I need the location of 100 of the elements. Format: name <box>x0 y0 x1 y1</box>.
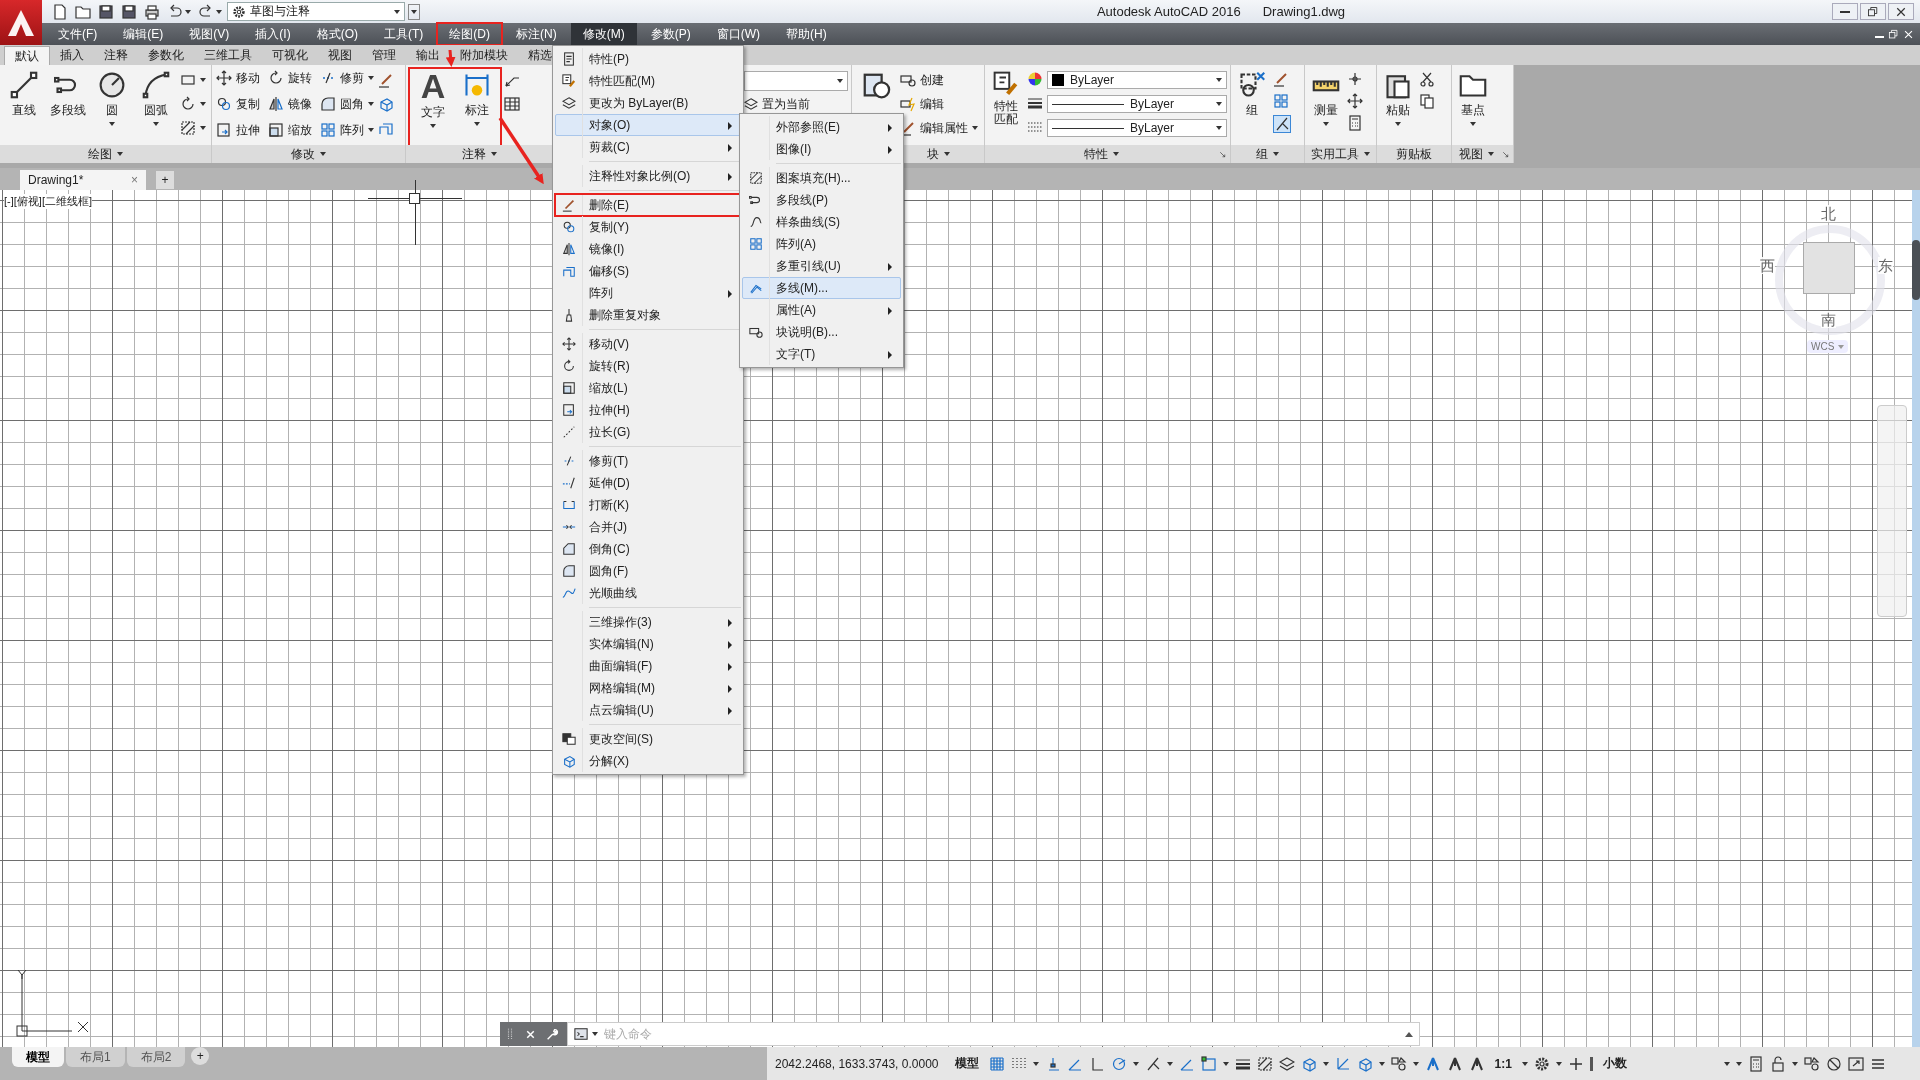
menu-item[interactable]: 缩放(L) <box>555 377 741 399</box>
menu-bar-item[interactable]: 参数(P) <box>638 23 703 45</box>
annotation-scale-button[interactable]: 1:1 <box>1490 1056 1516 1071</box>
menu-item[interactable]: 点云编辑(U) <box>555 699 741 721</box>
ucs-menu[interactable]: WCS <box>1807 340 1849 353</box>
compass-label[interactable]: 西 <box>1760 257 1775 274</box>
minimize-button[interactable] <box>1832 3 1858 20</box>
menu-item[interactable]: 更改空间(S) <box>555 728 741 750</box>
ribbon-button[interactable]: 阵列 <box>320 121 374 139</box>
menu-item[interactable]: 剪裁(C) <box>555 136 741 158</box>
menu-item[interactable]: 倒角(C) <box>555 538 741 560</box>
history-toggle-icon[interactable] <box>1405 1031 1413 1037</box>
menu-bar-item[interactable]: 编辑(E) <box>111 23 176 45</box>
menu-item[interactable]: 圆角(F) <box>555 560 741 582</box>
panel-title[interactable]: 绘图 <box>0 145 211 163</box>
menu-item[interactable]: 拉长(G) <box>555 421 741 443</box>
ribbon-button[interactable]: 多段线 <box>48 69 88 145</box>
panel-title[interactable]: 修改 <box>212 145 405 163</box>
ribbon-button[interactable]: 粘贴 <box>1381 69 1415 145</box>
ribbon-button[interactable]: 编辑 <box>900 95 978 113</box>
model-space-button[interactable]: 模型 <box>950 1055 983 1072</box>
ribbon-button[interactable]: 测量 <box>1309 69 1343 145</box>
ribbon-button[interactable]: 标注 <box>457 69 497 143</box>
compass-label[interactable]: 南 <box>1821 311 1836 328</box>
menu-bar-item[interactable]: 标注(N) <box>504 23 569 45</box>
ribbon-button[interactable]: 创建 <box>900 71 978 89</box>
ribbon-button[interactable]: 直线 <box>4 69 44 145</box>
color-dropdown[interactable]: ByLayer <box>1047 71 1227 89</box>
menu-bar-item[interactable]: 视图(V) <box>177 23 242 45</box>
ribbon-button[interactable]: 置为当前 <box>744 95 810 113</box>
menu-item[interactable]: 实体编辑(N) <box>555 633 741 655</box>
menu-item[interactable]: 三维操作(3) <box>555 611 741 633</box>
menu-bar-item[interactable]: 插入(I) <box>243 23 303 45</box>
menu-item[interactable]: 打断(K) <box>555 494 741 516</box>
menu-bar-item[interactable]: 格式(O) <box>304 23 370 45</box>
revcloud-button[interactable] <box>180 95 206 113</box>
hatch-button[interactable] <box>180 119 206 137</box>
menu-item[interactable]: 阵列(A) <box>742 233 901 255</box>
layout-tab[interactable]: 模型 <box>12 1047 64 1067</box>
menu-item[interactable]: 旋转(R) <box>555 355 741 377</box>
ribbon-button[interactable]: 圆 <box>92 69 132 145</box>
ribbon-button[interactable]: 缩放 <box>268 121 312 139</box>
menu-item[interactable]: 外部参照(E) <box>742 116 901 138</box>
layout-tab[interactable]: 布局1 <box>66 1047 125 1067</box>
menu-item[interactable]: 复制(Y) <box>555 216 741 238</box>
panel-title[interactable]: 组 <box>1231 145 1304 163</box>
match-properties-button[interactable]: 特性匹配 <box>989 69 1023 145</box>
restore-button[interactable] <box>1888 27 1899 41</box>
menu-bar-item[interactable]: 窗口(W) <box>704 23 772 45</box>
ribbon-tab[interactable]: 默认 <box>4 46 50 65</box>
document-tab[interactable]: Drawing1* × <box>20 170 146 190</box>
menu-item[interactable]: 删除(E) <box>555 194 741 216</box>
panel-title[interactable]: 注释 <box>406 145 553 163</box>
ribbon-button[interactable]: 基点 <box>1456 69 1490 145</box>
menu-item[interactable]: 分解(X) <box>555 750 741 772</box>
ribbon-button[interactable]: 旋转 <box>268 69 312 87</box>
menu-item[interactable]: 偏移(S) <box>555 260 741 282</box>
ribbon-button[interactable]: 组 <box>1235 69 1269 145</box>
logo-icon[interactable] <box>0 0 42 45</box>
restore-button[interactable] <box>1860 3 1886 20</box>
menu-item[interactable]: 删除重复对象 <box>555 304 741 326</box>
ribbon-tab[interactable]: 插入 <box>50 46 94 65</box>
menu-item[interactable]: 块说明(B)... <box>742 321 901 343</box>
erase-button[interactable] <box>378 71 394 89</box>
ribbon-button[interactable]: 复制 <box>216 95 260 113</box>
ribbon-tab[interactable]: 管理 <box>362 46 406 65</box>
ribbon-tab[interactable]: 三维工具 <box>194 46 262 65</box>
menu-bar-item[interactable]: 修改(M) <box>570 23 637 45</box>
compass-label[interactable]: 北 <box>1821 205 1836 222</box>
workspace-dropdown[interactable]: 草图与注释 <box>227 2 405 21</box>
menu-item[interactable]: 网格编辑(M) <box>555 677 741 699</box>
menu-item[interactable]: 光顺曲线 <box>555 582 741 604</box>
lineweight-dropdown[interactable]: ByLayer <box>1047 95 1227 113</box>
menu-bar-item[interactable]: 绘图(D) <box>437 23 502 45</box>
menu-item[interactable]: 延伸(D) <box>555 472 741 494</box>
menu-item[interactable]: 注释性对象比例(O) <box>555 165 741 187</box>
tab-close-button[interactable]: × <box>131 173 138 187</box>
ribbon-tab[interactable]: 注释 <box>94 46 138 65</box>
menu-item[interactable]: 曲面编辑(F) <box>555 655 741 677</box>
ribbon-tab[interactable]: 参数化 <box>138 46 194 65</box>
ribbon-tab[interactable]: 视图 <box>318 46 362 65</box>
compass-label[interactable]: 东 <box>1878 257 1893 274</box>
ribbon-button[interactable]: 移动 <box>216 69 260 87</box>
ribbon-button[interactable]: 拉伸 <box>216 121 260 139</box>
menu-item[interactable]: 镜像(I) <box>555 238 741 260</box>
ribbon-button[interactable]: 圆角 <box>320 95 374 113</box>
menu-item[interactable]: 修剪(T) <box>555 450 741 472</box>
linetype-dropdown[interactable]: ByLayer <box>1047 119 1227 137</box>
menu-item[interactable]: 移动(V) <box>555 333 741 355</box>
table-button[interactable] <box>504 95 520 113</box>
units-dropdown[interactable]: 小数 <box>1589 1055 1730 1072</box>
menu-item[interactable]: 合并(J) <box>555 516 741 538</box>
ribbon-button[interactable]: 圆弧 <box>136 69 176 145</box>
ribbon-button[interactable]: 镜像 <box>268 95 312 113</box>
customize-button[interactable] <box>408 3 420 20</box>
ribbon-tab[interactable]: 附加模块 <box>450 46 518 65</box>
panel-title[interactable]: 剪贴板 <box>1377 145 1451 163</box>
menu-item[interactable]: 特性匹配(M) <box>555 70 741 92</box>
close-button[interactable] <box>1888 3 1914 20</box>
menu-bar-item[interactable]: 文件(F) <box>46 23 110 45</box>
